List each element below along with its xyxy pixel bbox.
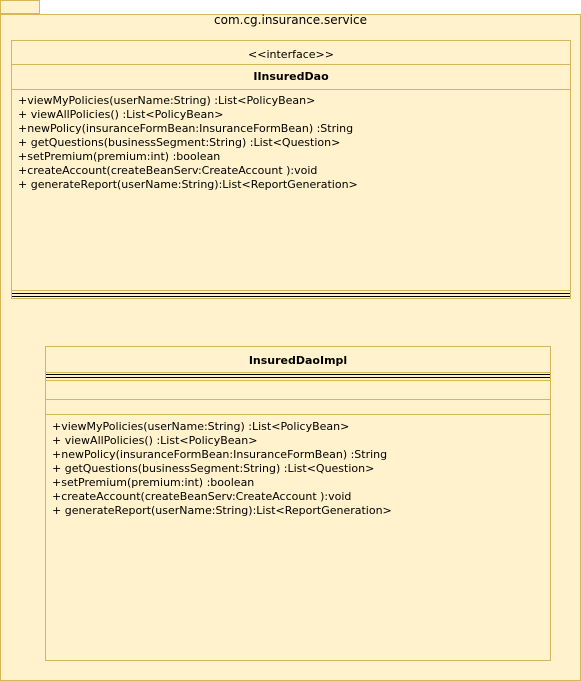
class-divider (46, 399, 550, 400)
method-item: + getQuestions(businessSegment:String) :… (18, 136, 341, 149)
method-item: + generateReport(userName:String):List<R… (18, 178, 358, 191)
class-divider (12, 296, 570, 297)
class-divider (12, 293, 570, 294)
interface-stereotype: <<interface>> (248, 48, 334, 61)
method-item: + generateReport(userName:String):List<R… (52, 504, 392, 517)
class-divider (12, 64, 570, 65)
class-divider (46, 372, 550, 373)
impl-class-name: InsuredDaoImpl (248, 354, 348, 367)
class-divider (46, 380, 550, 381)
method-item: +newPolicy(insuranceFormBean:InsuranceFo… (18, 122, 354, 135)
method-item: +setPremium(premium:int) :boolean (52, 476, 255, 489)
package-tab (0, 0, 40, 14)
method-item: + getQuestions(businessSegment:String) :… (52, 462, 375, 475)
interface-method-list: +viewMyPolicies(userName:String) :List<P… (18, 94, 566, 192)
class-divider (46, 374, 550, 375)
method-item: +viewMyPolicies(userName:String) :List<P… (52, 420, 350, 433)
method-item: + viewAllPolicies() :List<PolicyBean> (52, 434, 258, 447)
method-item: + viewAllPolicies() :List<PolicyBean> (18, 108, 224, 121)
impl-method-list: +viewMyPolicies(userName:String) :List<P… (52, 420, 546, 518)
class-divider (12, 290, 570, 291)
package-name: com.cg.insurance.service (214, 13, 367, 27)
method-item: +createAccount(createBeanServ:CreateAcco… (52, 490, 352, 503)
method-item: +viewMyPolicies(userName:String) :List<P… (18, 94, 316, 107)
interface-class-name: IInsuredDao (253, 70, 329, 83)
class-divider (46, 414, 550, 415)
impl-class-box: InsuredDaoImpl +viewMyPolicies(userName:… (45, 346, 551, 661)
class-divider (46, 377, 550, 378)
method-item: +createAccount(createBeanServ:CreateAcco… (18, 164, 318, 177)
method-item: +newPolicy(insuranceFormBean:InsuranceFo… (52, 448, 388, 461)
method-item: +setPremium(premium:int) :boolean (18, 150, 221, 163)
interface-class-box: <<interface>> IInsuredDao +viewMyPolicie… (11, 40, 571, 299)
class-divider (12, 89, 570, 90)
